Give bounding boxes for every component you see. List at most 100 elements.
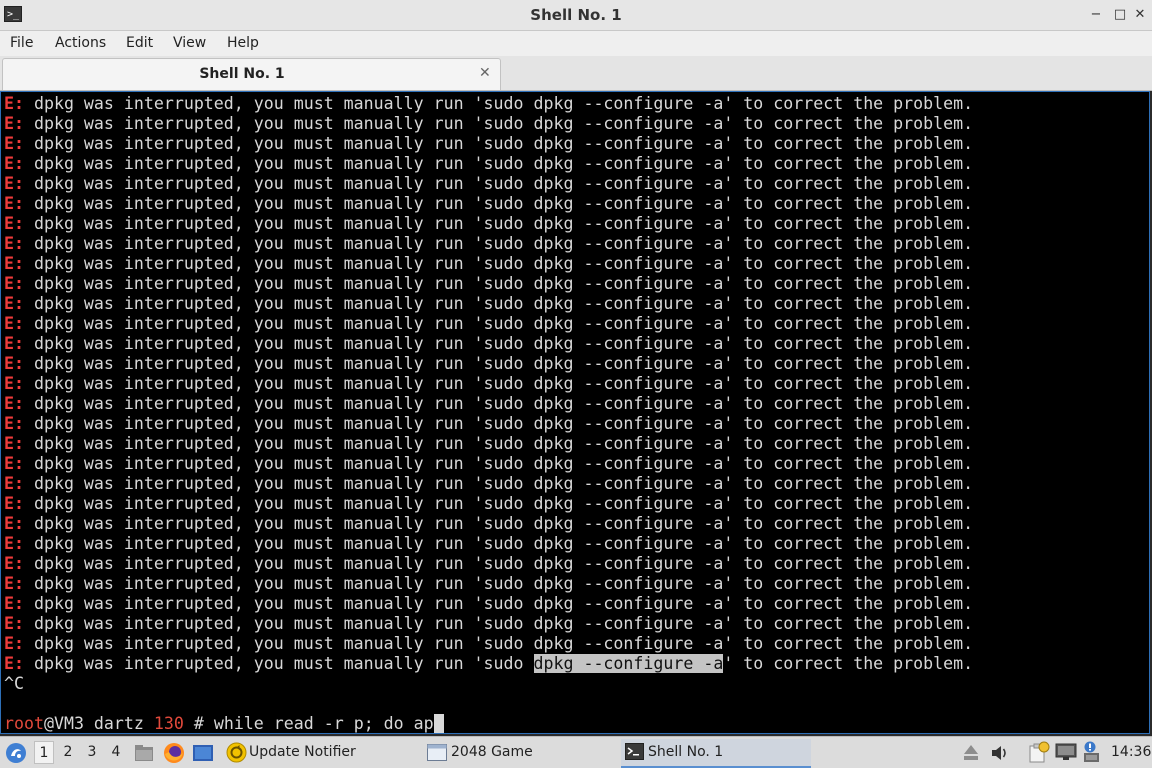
error-text-start: dpkg was interrupted, you must manually … bbox=[23, 594, 534, 613]
terminal-error-line: E: dpkg was interrupted, you must manual… bbox=[4, 534, 973, 554]
error-text-command: dpkg --configure -a bbox=[533, 354, 724, 373]
workspace-4[interactable]: 4 bbox=[106, 741, 126, 764]
clipboard-icon[interactable] bbox=[1026, 741, 1050, 763]
error-text-start: dpkg was interrupted, you must manually … bbox=[23, 334, 534, 353]
network-icon[interactable] bbox=[1055, 742, 1077, 762]
clock[interactable]: 14:36 bbox=[1111, 737, 1151, 768]
tab-bar: Shell No. 1 ✕ bbox=[0, 56, 1152, 91]
error-prefix: E: bbox=[4, 514, 24, 533]
error-text-start: dpkg was interrupted, you must manually … bbox=[23, 394, 534, 413]
error-text-end: ' to correct the problem. bbox=[723, 494, 974, 513]
error-text-command: dpkg --configure -a bbox=[533, 574, 724, 593]
terminal-error-line: E: dpkg was interrupted, you must manual… bbox=[4, 614, 973, 634]
terminal-output[interactable]: E: dpkg was interrupted, you must manual… bbox=[0, 91, 1150, 734]
error-text-end: ' to correct the problem. bbox=[723, 254, 974, 273]
error-text-start: dpkg was interrupted, you must manually … bbox=[23, 434, 534, 453]
terminal-error-line: E: dpkg was interrupted, you must manual… bbox=[4, 634, 973, 654]
minimize-button[interactable]: − bbox=[1086, 5, 1106, 25]
error-text-start: dpkg was interrupted, you must manually … bbox=[23, 494, 534, 513]
task-shell-no-1[interactable]: Shell No. 1 bbox=[621, 739, 811, 768]
show-desktop-icon[interactable] bbox=[192, 743, 214, 763]
prompt-dir: dartz bbox=[83, 714, 144, 733]
task-label: 2048 Game bbox=[451, 744, 533, 760]
error-text-command: dpkg --configure -a bbox=[533, 174, 724, 193]
update-notifier-icon bbox=[226, 742, 247, 763]
workspace-3[interactable]: 3 bbox=[82, 741, 102, 764]
error-text-end: ' to correct the problem. bbox=[723, 374, 974, 393]
error-text-command: dpkg --configure -a bbox=[533, 134, 724, 153]
error-text-end: ' to correct the problem. bbox=[723, 454, 974, 473]
error-text-start: dpkg was interrupted, you must manually … bbox=[23, 554, 534, 573]
error-text-end: ' to correct the problem. bbox=[723, 654, 974, 673]
error-text-command: dpkg --configure -a bbox=[533, 434, 724, 453]
error-prefix: E: bbox=[4, 394, 24, 413]
error-text-command: dpkg --configure -a bbox=[533, 614, 724, 633]
command-input[interactable]: while read -r p; do ap bbox=[204, 714, 434, 733]
error-text-end: ' to correct the problem. bbox=[723, 394, 974, 413]
error-text-command: dpkg --configure -a bbox=[533, 494, 724, 513]
workspace-1[interactable]: 1 bbox=[34, 741, 54, 764]
terminal-error-line: E: dpkg was interrupted, you must manual… bbox=[4, 234, 973, 254]
error-text-end: ' to correct the problem. bbox=[723, 194, 974, 213]
title-bar[interactable]: >_ Shell No. 1 − □ ✕ bbox=[0, 0, 1152, 31]
error-text-end: ' to correct the problem. bbox=[723, 94, 974, 113]
terminal-error-line: E: dpkg was interrupted, you must manual… bbox=[4, 554, 973, 574]
file-manager-icon[interactable] bbox=[134, 743, 154, 763]
error-text-start: dpkg was interrupted, you must manually … bbox=[23, 514, 534, 533]
window-title: Shell No. 1 bbox=[530, 6, 622, 24]
error-text-start: dpkg was interrupted, you must manually … bbox=[23, 454, 534, 473]
start-menu-icon[interactable] bbox=[5, 742, 27, 764]
close-button[interactable]: ✕ bbox=[1130, 5, 1150, 25]
error-text-command: dpkg --configure -a bbox=[533, 294, 724, 313]
error-prefix: E: bbox=[4, 454, 24, 473]
error-prefix: E: bbox=[4, 654, 24, 673]
error-text-start: dpkg was interrupted, you must manually … bbox=[23, 234, 534, 253]
error-text-command: dpkg --configure -a bbox=[533, 594, 724, 613]
error-text-command: dpkg --configure -a bbox=[533, 194, 724, 213]
terminal-error-line: E: dpkg was interrupted, you must manual… bbox=[4, 214, 973, 234]
error-prefix: E: bbox=[4, 534, 24, 553]
error-text-start: dpkg was interrupted, you must manually … bbox=[23, 254, 534, 273]
menu-edit[interactable]: Edit bbox=[126, 31, 153, 56]
error-prefix: E: bbox=[4, 274, 24, 293]
terminal-error-line: E: dpkg was interrupted, you must manual… bbox=[4, 134, 973, 154]
update-alert-icon[interactable] bbox=[1080, 740, 1104, 764]
error-prefix: E: bbox=[4, 194, 24, 213]
error-prefix: E: bbox=[4, 214, 24, 233]
terminal-error-line: E: dpkg was interrupted, you must manual… bbox=[4, 574, 973, 594]
error-text-command: dpkg --configure -a bbox=[533, 474, 724, 493]
maximize-button[interactable]: □ bbox=[1110, 5, 1130, 25]
error-text-command: dpkg --configure -a bbox=[533, 454, 724, 473]
error-text-command: dpkg --configure -a bbox=[533, 254, 724, 273]
terminal-error-line: E: dpkg was interrupted, you must manual… bbox=[4, 454, 973, 474]
error-text-start: dpkg was interrupted, you must manually … bbox=[23, 154, 534, 173]
error-text-command: dpkg --configure -a bbox=[533, 334, 724, 353]
tab-close-icon[interactable]: ✕ bbox=[479, 59, 491, 90]
volume-icon[interactable] bbox=[990, 743, 1010, 763]
terminal-error-line: E: dpkg was interrupted, you must manual… bbox=[4, 314, 973, 334]
menu-file[interactable]: File bbox=[10, 31, 33, 56]
tab-shell-no-1[interactable]: Shell No. 1 ✕ bbox=[2, 58, 501, 90]
error-text-start: dpkg was interrupted, you must manually … bbox=[23, 314, 534, 333]
error-text-command: dpkg --configure -a bbox=[533, 634, 724, 653]
task-update-notifier[interactable]: Update Notifier bbox=[222, 739, 418, 766]
firefox-icon[interactable] bbox=[163, 742, 185, 764]
error-prefix: E: bbox=[4, 414, 24, 433]
error-prefix: E: bbox=[4, 634, 24, 653]
prompt-exit-code: 130 bbox=[143, 714, 184, 733]
terminal-error-line: E: dpkg was interrupted, you must manual… bbox=[4, 94, 973, 114]
error-text-command: dpkg --configure -a bbox=[533, 394, 724, 413]
task-2048-game[interactable]: 2048 Game bbox=[424, 739, 614, 766]
menu-actions[interactable]: Actions bbox=[55, 31, 106, 56]
error-text-end: ' to correct the problem. bbox=[723, 234, 974, 253]
error-text-end: ' to correct the problem. bbox=[723, 634, 974, 653]
error-prefix: E: bbox=[4, 374, 24, 393]
eject-icon[interactable] bbox=[962, 743, 980, 763]
terminal-error-line: E: dpkg was interrupted, you must manual… bbox=[4, 374, 973, 394]
menu-help[interactable]: Help bbox=[227, 31, 259, 56]
error-text-start: dpkg was interrupted, you must manually … bbox=[23, 614, 534, 633]
error-text-end: ' to correct the problem. bbox=[723, 334, 974, 353]
menu-view[interactable]: View bbox=[173, 31, 206, 56]
workspace-2[interactable]: 2 bbox=[58, 741, 78, 764]
error-text-start: dpkg was interrupted, you must manually … bbox=[23, 94, 534, 113]
